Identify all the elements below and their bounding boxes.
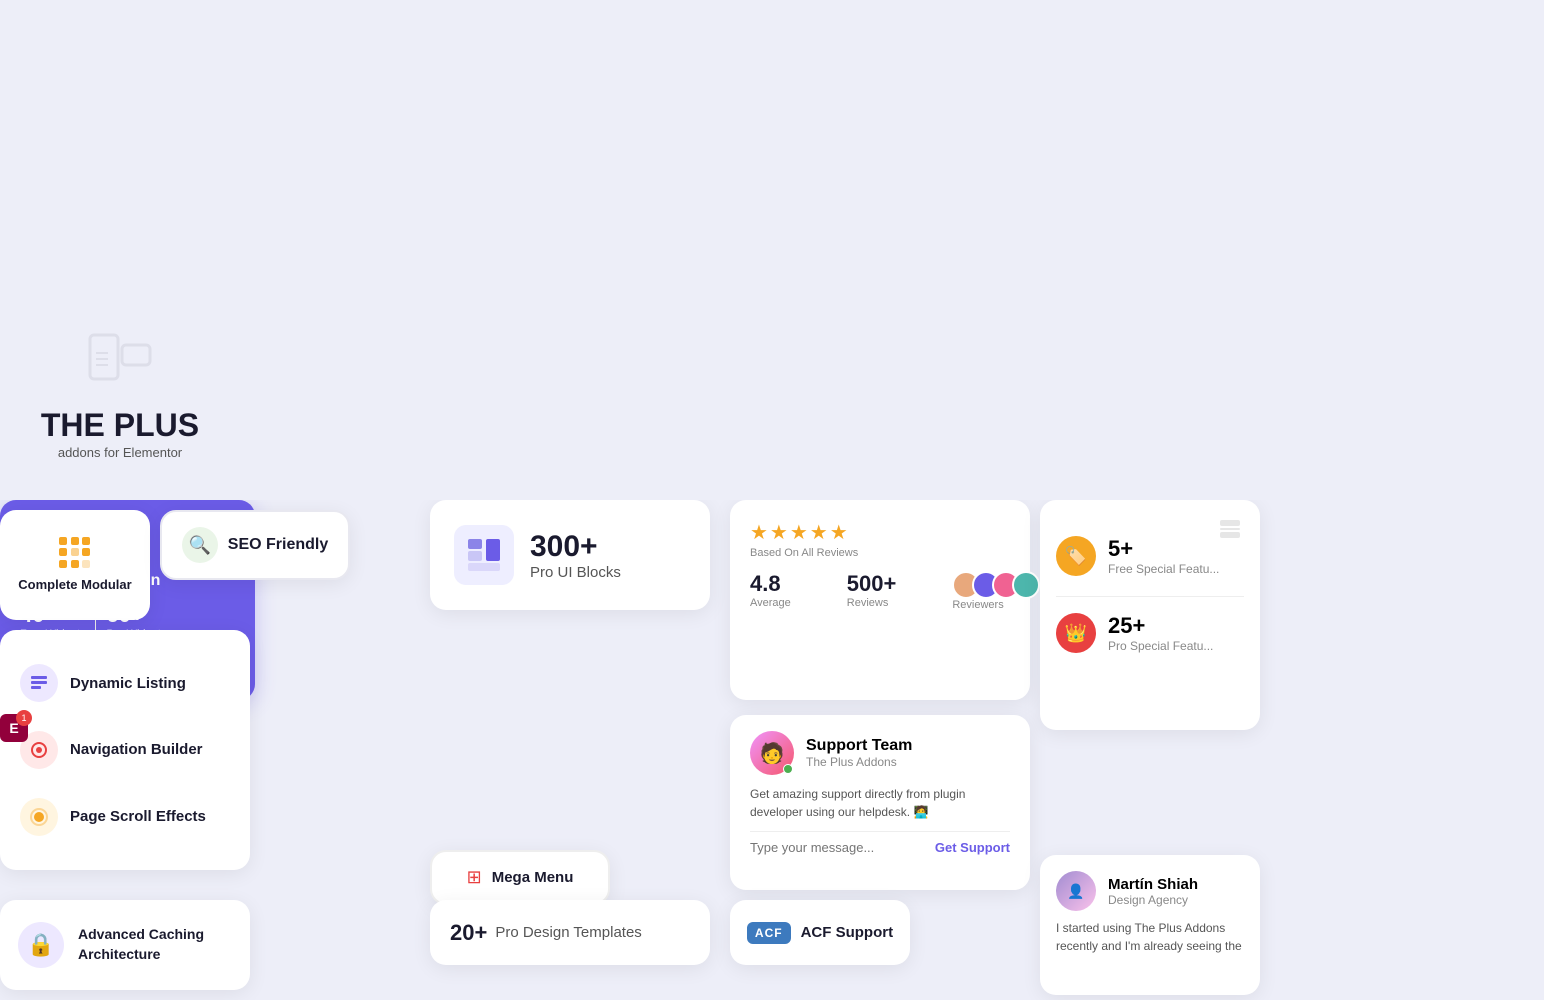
seo-icon: 🔍 — [182, 527, 218, 563]
avg-label: Average — [750, 597, 791, 609]
reviewer-name: Martín Shiah — [1108, 876, 1198, 893]
logo-title: THE PLUS — [41, 409, 199, 441]
pro-ui-count: 300+ — [530, 530, 621, 564]
get-support-link[interactable]: Get Support — [935, 840, 1010, 855]
notification-badge: 1 — [16, 710, 32, 726]
card-support: 🧑 Support Team The Plus Addons Get amazi… — [730, 715, 1030, 890]
avg-num: 4.8 — [750, 571, 791, 597]
feature-icon-dynamic — [20, 664, 58, 702]
seo-label: SEO Friendly — [228, 536, 328, 554]
logo-subtitle: addons for Elementor — [58, 445, 182, 460]
card-feature-list: Dynamic Listing Navigation Builder Page … — [0, 630, 250, 870]
reviewer-avatar: 👤 — [1056, 871, 1096, 911]
support-description: Get amazing support directly from plugin… — [750, 785, 1010, 821]
feature-label-2: Navigation Builder — [70, 741, 203, 758]
card-caching: 🔒 Advanced CachingArchitecture — [0, 900, 250, 990]
free-count: 5+ — [1108, 536, 1219, 562]
card-mega-menu[interactable]: ⊞ Mega Menu — [430, 850, 610, 905]
reviewers-label: Reviewers — [952, 599, 1040, 611]
logo-icon — [80, 317, 160, 397]
feature-item-2: Navigation Builder — [20, 731, 230, 769]
caching-label: Advanced CachingArchitecture — [78, 925, 204, 964]
pro-ui-icon — [454, 525, 514, 585]
templates-label: Pro Design Templates — [495, 924, 641, 941]
tag-icon: 🏷️ — [1056, 536, 1096, 576]
pro-count: 25+ — [1108, 613, 1213, 639]
pro-feature-row: 👑 25+ Pro Special Featu... — [1056, 613, 1244, 653]
feature-label-3: Page Scroll Effects — [70, 808, 206, 825]
support-org-label: The Plus Addons — [806, 755, 912, 769]
caching-icon: 🔒 — [18, 922, 64, 968]
card-modular: Complete Modular — [0, 510, 150, 620]
separator-icon — [1216, 516, 1244, 549]
acf-label: ACF Support — [801, 924, 893, 941]
grid-icon — [59, 537, 91, 569]
cards-area: Complete Modular 🔍 SEO Friendly 300+ Pro… — [0, 500, 1544, 1000]
crown-icon: 👑 — [1056, 613, 1096, 653]
mega-menu-icon: ⊞ — [467, 867, 482, 888]
card-reviews: ★★★★★ Based On All Reviews 4.8 Average 5… — [730, 500, 1030, 700]
acf-badge: ACF — [747, 922, 791, 944]
card-acf: ACF ACF Support — [730, 900, 910, 965]
stars: ★★★★★ — [750, 520, 1010, 545]
support-avatar: 🧑 — [750, 731, 794, 775]
status-dot — [783, 764, 793, 774]
review-count-label: Reviews — [847, 597, 897, 609]
card-features: 🏷️ 5+ Free Special Featu... 👑 25+ Pro Sp… — [1040, 500, 1260, 730]
feature-item-3: Page Scroll Effects — [20, 798, 230, 836]
reviewers-avatars — [952, 571, 1040, 599]
pro-ui-label: Pro UI Blocks — [530, 564, 621, 581]
free-label: Free Special Featu... — [1108, 562, 1219, 576]
pro-label: Pro Special Featu... — [1108, 639, 1213, 653]
card-pro-ui: 300+ Pro UI Blocks — [430, 500, 710, 610]
reviewer-review: I started using The Plus Addons recently… — [1056, 919, 1244, 955]
reviews-based: Based On All Reviews — [750, 547, 1010, 559]
left-section: THE PLUS addons for Elementor — [0, 0, 240, 500]
feature-icon-scroll — [20, 798, 58, 836]
card-templates: 20+ Pro Design Templates — [430, 900, 710, 965]
features-container: 🏷️ 5+ Free Special Featu... 👑 25+ Pro Sp… — [1056, 536, 1244, 653]
mega-menu-label: Mega Menu — [492, 869, 574, 886]
card-reviewer: 👤 Martín Shiah Design Agency I started u… — [1040, 855, 1260, 995]
pro-ui-text: 300+ Pro UI Blocks — [530, 530, 621, 581]
card-seo: 🔍 SEO Friendly — [160, 510, 350, 580]
feature-item-1: Dynamic Listing — [20, 664, 230, 702]
support-team-label: Support Team — [806, 737, 912, 755]
elementor-logo-wrapper: E 1 — [0, 714, 28, 742]
modular-label: Complete Modular — [18, 577, 131, 594]
feature-label-1: Dynamic Listing — [70, 675, 186, 692]
templates-count: 20+ — [450, 920, 487, 946]
avatar-4 — [1012, 571, 1040, 599]
support-input[interactable] — [750, 840, 935, 855]
divider — [1056, 596, 1244, 597]
reviewer-role: Design Agency — [1108, 893, 1198, 907]
review-count-num: 500+ — [847, 571, 897, 597]
